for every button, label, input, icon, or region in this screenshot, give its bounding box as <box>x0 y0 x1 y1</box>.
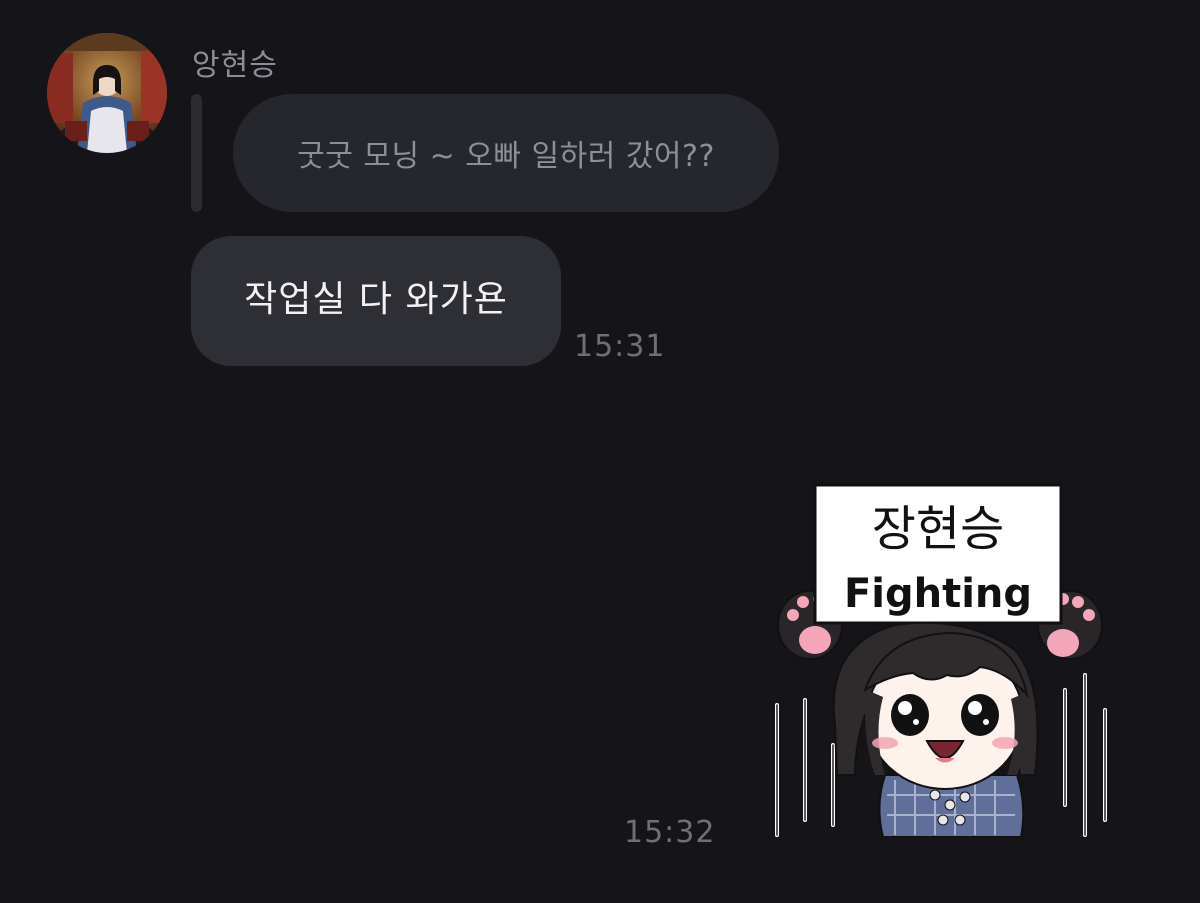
message-bubble[interactable]: 작업실 다 와가욘 <box>191 236 561 366</box>
sign-line-2: Fighting <box>844 571 1032 617</box>
quoted-message-bubble[interactable]: 굿굿 모닝 ~ 오빠 일하러 갔어?? <box>233 94 779 212</box>
sender-name: 앙현승 <box>192 48 278 83</box>
fighting-sign-sticker-icon: 장현승 Fighting <box>775 483 1107 838</box>
sticker-message[interactable]: 장현승 Fighting <box>765 475 1125 845</box>
message-timestamp: 15:31 <box>574 329 666 364</box>
sticker-timestamp: 15:32 <box>624 815 716 850</box>
message-text: 작업실 다 와가욘 <box>244 279 508 320</box>
profile-photo-icon <box>47 33 167 153</box>
sender-avatar[interactable] <box>47 33 167 153</box>
reply-indicator-bar <box>191 94 202 212</box>
sign-line-1: 장현승 <box>872 501 1004 557</box>
quoted-message-text: 굿굿 모닝 ~ 오빠 일하러 갔어?? <box>297 139 715 174</box>
